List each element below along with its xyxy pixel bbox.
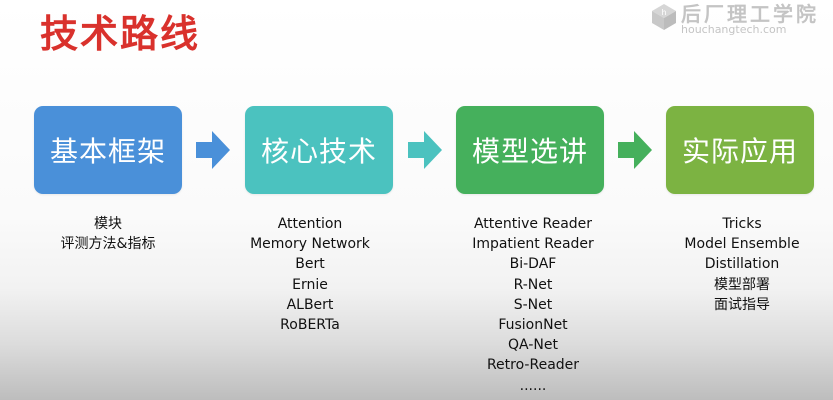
list-item: Bi-DAF: [509, 256, 557, 273]
list-item: 评测方法&指标: [60, 236, 156, 253]
logo-cube-icon: h: [652, 4, 676, 30]
arrow-right-icon: [408, 131, 442, 169]
list-item: Impatient Reader: [472, 236, 594, 253]
list-item: ALBert: [286, 296, 334, 313]
list-item: RoBERTa: [280, 317, 340, 334]
stage-model-lectures: 模型选讲: [456, 106, 604, 194]
list-item: 模型部署: [714, 276, 770, 293]
stage-core-technology: 核心技术: [245, 106, 393, 194]
stage-items-list: Attention Memory Network Bert Ernie ALBe…: [215, 214, 405, 335]
stage-basic-framework: 基本框架: [34, 106, 182, 194]
list-item: QA-Net: [508, 337, 558, 354]
list-item: Model Ensemble: [684, 236, 800, 253]
brand-logo: h 后厂理工学院 houchangtech.com: [649, 0, 829, 40]
list-item: ......: [519, 377, 547, 394]
slide-title: 技术路线: [40, 12, 201, 56]
stage-practical-application: 实际应用: [666, 106, 814, 194]
list-item: S-Net: [513, 296, 553, 313]
arrow-right-icon: [618, 131, 652, 169]
list-item: Retro-Reader: [486, 357, 580, 374]
stage-items-list: Attentive Reader Impatient Reader Bi-DAF…: [438, 214, 628, 396]
list-item: Tricks: [722, 216, 762, 232]
stage-items-list: Tricks Model Ensemble Distillation 模型部署 …: [647, 214, 833, 315]
list-item: Ernie: [292, 276, 328, 293]
list-item: FusionNet: [498, 317, 568, 334]
logo-url: houchangtech.com: [681, 23, 787, 36]
arrow-right-icon: [196, 131, 230, 169]
stage-items-list: 模块 评测方法&指标: [13, 214, 203, 254]
list-item: 模块: [94, 216, 122, 232]
list-item: Attentive Reader: [473, 216, 593, 232]
list-item: 面试指导: [714, 296, 770, 313]
list-item: Memory Network: [250, 236, 370, 253]
list-item: Bert: [295, 256, 325, 273]
svg-text:h: h: [661, 8, 666, 17]
list-item: Attention: [277, 216, 343, 232]
list-item: Distillation: [704, 256, 780, 273]
list-item: R-Net: [513, 276, 553, 293]
